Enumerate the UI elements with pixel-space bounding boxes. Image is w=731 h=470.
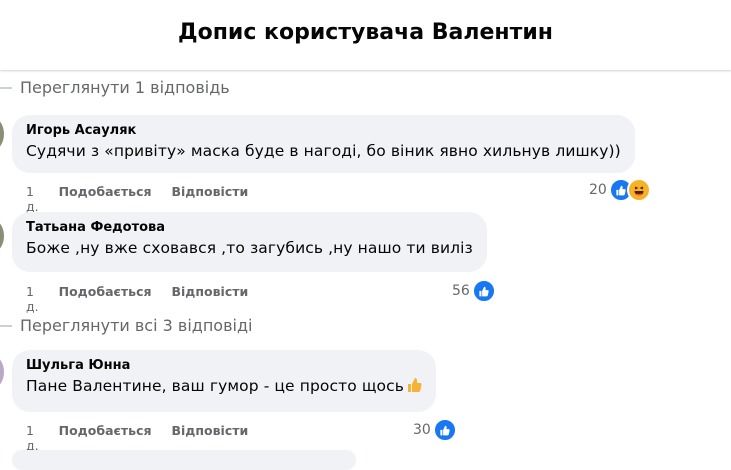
reaction-count: 20 [589, 182, 607, 198]
comment-text: Пане Валентине, ваш гумор - це просто що… [26, 377, 422, 397]
divider-line [0, 86, 12, 89]
like-button[interactable]: Подобається [59, 284, 152, 314]
page-title: Допис користувача Валентин [178, 20, 553, 45]
comment-bubble: Игорь Асауляк Судячи з «привіту» маска б… [12, 115, 635, 173]
reaction-count: 56 [452, 283, 470, 299]
divider-line [0, 324, 12, 327]
comment-actions: 1 д. Подобається Відповісти [26, 184, 248, 214]
comment-author[interactable]: Игорь Асауляк [26, 123, 621, 138]
comment-actions: 1 д. Подобається Відповісти [26, 284, 248, 314]
reaction-summary[interactable]: 20 [589, 178, 651, 202]
like-icon [432, 418, 457, 442]
comment-author[interactable]: Шульга Юнна [26, 358, 422, 373]
view-replies-label: Переглянути всі 3 відповіді [20, 316, 253, 335]
haha-icon [626, 178, 651, 202]
comment-bubble: Шульга Юнна Пане Валентине, ваш гумор - … [12, 350, 436, 412]
comment-bubble: Татьана Федотова Боже ,ну вже сховався ,… [12, 212, 487, 272]
reply-button[interactable]: Відповісти [172, 423, 249, 453]
comment-time[interactable]: 1 д. [26, 284, 39, 314]
like-button[interactable]: Подобається [59, 423, 152, 453]
comment-time[interactable]: 1 д. [26, 184, 39, 214]
like-button[interactable]: Подобається [59, 184, 152, 214]
comment-text: Судячи з «привіту» маска буде в нагоді, … [26, 142, 621, 160]
avatar[interactable] [0, 118, 4, 150]
comment-time[interactable]: 1 д. [26, 423, 39, 453]
avatar[interactable] [0, 220, 4, 252]
view-replies-link[interactable]: Переглянути всі 3 відповіді [0, 316, 252, 335]
comment-actions: 1 д. Подобається Відповісти [26, 423, 248, 453]
reaction-summary[interactable]: 30 [413, 418, 457, 442]
comment-text: Боже ,ну вже сховався ,то загубись ,ну н… [26, 239, 473, 257]
comment-author[interactable]: Татьана Федотова [26, 220, 473, 235]
view-replies-label: Переглянути 1 відповідь [20, 78, 230, 97]
thumbs-up-emoji-icon [406, 377, 422, 397]
comment-text-body: Пане Валентине, ваш гумор - це просто що… [26, 377, 404, 395]
post-header: Допис користувача Валентин [0, 0, 731, 70]
reaction-count: 30 [413, 422, 431, 438]
reaction-summary[interactable]: 56 [452, 279, 496, 303]
view-replies-link[interactable]: Переглянути 1 відповідь [0, 78, 230, 97]
reply-button[interactable]: Відповісти [172, 284, 249, 314]
like-icon [471, 279, 496, 303]
avatar[interactable] [0, 356, 4, 388]
reply-button[interactable]: Відповісти [172, 184, 249, 214]
comment-bubble-partial [12, 450, 356, 470]
